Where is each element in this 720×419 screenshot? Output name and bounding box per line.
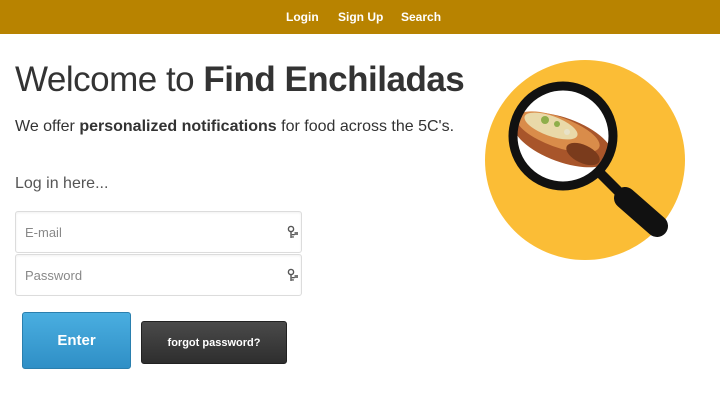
title-brand: Find Enchiladas: [203, 60, 465, 99]
email-field-wrapper: [15, 211, 302, 253]
title-prefix: Welcome to: [15, 60, 204, 99]
page-title: Welcome to Find Enchiladas: [15, 60, 465, 100]
login-heading: Log in here...: [15, 175, 109, 192]
subtitle-prefix: We offer: [15, 118, 80, 135]
magnifier-enchilada-logo: [485, 60, 685, 260]
forgot-password-button[interactable]: forgot password?: [141, 321, 287, 364]
enter-button[interactable]: Enter: [22, 312, 131, 369]
nav-search-link[interactable]: Search: [401, 0, 441, 34]
subtitle-bold: personalized notifications: [79, 118, 277, 135]
key-icon: [287, 268, 298, 281]
key-icon: [287, 225, 298, 238]
email-field[interactable]: [16, 212, 301, 252]
top-navbar: Login Sign Up Search: [0, 0, 720, 34]
page-subtitle: We offer personalized notifications for …: [15, 118, 454, 136]
nav-login-link[interactable]: Login: [286, 0, 319, 34]
password-field-wrapper: [15, 254, 302, 296]
password-field[interactable]: [16, 255, 301, 295]
nav-signup-link[interactable]: Sign Up: [338, 0, 383, 34]
subtitle-suffix: for food across the 5C's.: [276, 118, 455, 135]
